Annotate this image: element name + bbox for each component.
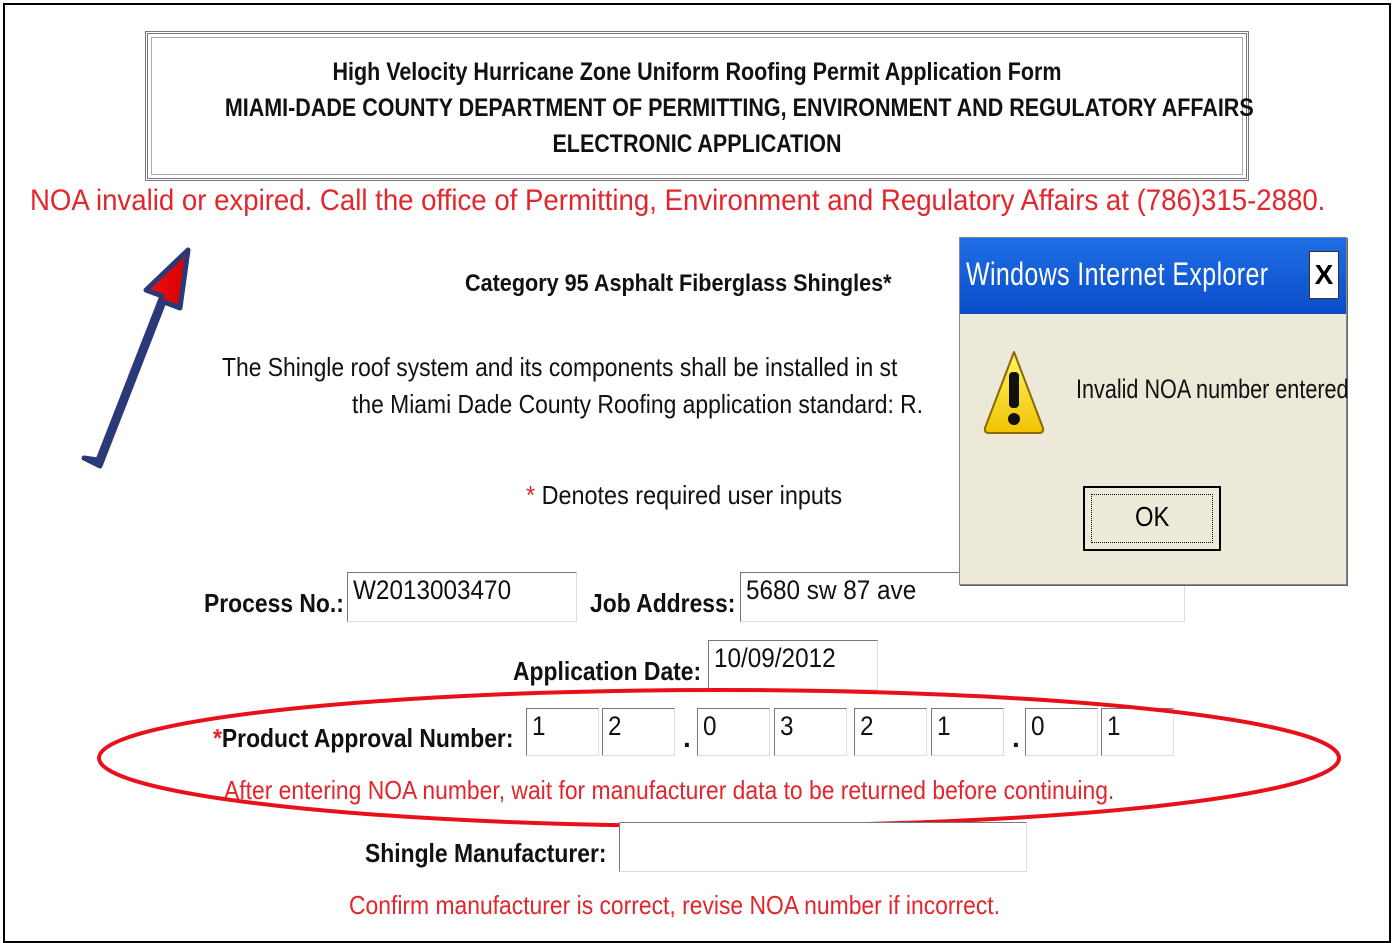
header-title: High Velocity Hurricane Zone Uniform Roo… [332,58,1062,86]
noa-error-banner: NOA invalid or expired. Call the office … [30,184,1326,217]
process-no-label: Process No.: [204,588,344,618]
annotation-ellipse [97,688,1341,828]
required-note-text: Denotes required user inputs [535,480,843,510]
ok-button[interactable]: OK [1083,486,1221,551]
ie-alert-dialog: Windows Internet Explorer X Invalid NOA … [959,237,1349,585]
required-star: * [526,480,536,510]
category-title: Category 95 Asphalt Fiberglass Shingles* [465,270,892,297]
required-inputs-note: * Denotes required user inputs [526,480,842,511]
header-department: MIAMI-DADE COUNTY DEPARTMENT OF PERMITTI… [224,94,1254,122]
job-address-label: Job Address: [590,588,736,618]
dialog-title-bar[interactable]: Windows Internet Explorer X [960,238,1346,314]
annotation-arrow-icon [81,247,191,469]
shingle-manufacturer-field[interactable] [619,822,1027,872]
dialog-message: Invalid NOA number entered [1076,374,1349,404]
process-no-field[interactable]: W2013003470 [347,572,577,622]
application-date-label: Application Date: [513,656,702,686]
form-header: High Velocity Hurricane Zone Uniform Roo… [145,31,1254,181]
shingle-manufacturer-label: Shingle Manufacturer: [365,838,607,868]
dialog-close-button[interactable]: X [1309,251,1339,299]
install-instructions-line1: The Shingle roof system and its componen… [222,352,898,382]
application-date-field[interactable]: 10/09/2012 [708,640,878,690]
manufacturer-confirm-hint: Confirm manufacturer is correct, revise … [349,890,1001,920]
dialog-title: Windows Internet Explorer [966,256,1269,292]
install-instructions-line2: the Miami Dade County Roofing applicatio… [352,389,924,419]
header-subtitle: ELECTRONIC APPLICATION [552,130,842,158]
warning-icon [983,351,1045,434]
